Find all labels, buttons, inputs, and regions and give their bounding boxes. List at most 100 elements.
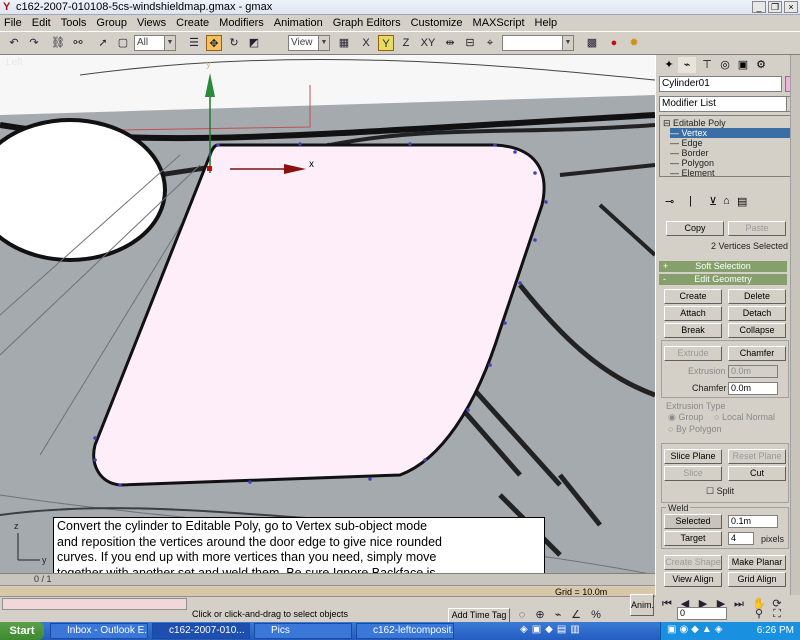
named-selection-dropdown[interactable]: ▼ xyxy=(502,35,574,51)
zoom-icon[interactable]: ⚲ xyxy=(751,606,767,622)
configure-sets-icon[interactable]: ▤ xyxy=(737,195,747,208)
snap-toggle-icon[interactable]: ⌁ xyxy=(550,607,566,623)
stack-vertex[interactable]: — Vertex xyxy=(670,128,794,138)
material-editor-icon[interactable]: ▩ xyxy=(584,35,600,51)
edit-geometry-rollout[interactable]: - Edit Geometry xyxy=(659,274,787,285)
slice-plane-button[interactable]: Slice Plane xyxy=(664,449,722,464)
display-tab-icon[interactable]: ▣ xyxy=(734,57,752,73)
viewport-canvas[interactable]: y x z y xyxy=(0,55,655,573)
stack-editable-poly[interactable]: ⊟ Editable Poly xyxy=(663,118,793,128)
axis-xy-button[interactable]: XY xyxy=(418,35,438,51)
extrude-button[interactable]: Extrude xyxy=(664,346,722,361)
menu-customize[interactable]: Customize xyxy=(411,17,463,29)
menu-edit[interactable]: Edit xyxy=(32,17,51,29)
menu-tools[interactable]: Tools xyxy=(61,17,87,29)
axis-x-button[interactable]: X xyxy=(358,35,374,51)
link-icon[interactable]: ⛓ xyxy=(50,35,66,51)
delete-button[interactable]: Delete xyxy=(728,289,786,304)
group-radio[interactable]: ◉ Group xyxy=(668,412,703,423)
weld-target-button[interactable]: Target xyxy=(664,531,722,546)
viewport-label[interactable]: Left xyxy=(6,57,23,68)
create-shape-button[interactable]: Create Shape xyxy=(664,555,722,570)
task-pics[interactable]: Pics xyxy=(254,623,352,639)
modifier-list-dropdown[interactable]: Modifier List▼ xyxy=(659,96,798,112)
split-checkbox[interactable]: ☐ Split xyxy=(706,486,734,497)
minimize-button[interactable]: _ xyxy=(752,1,766,13)
menu-modifiers[interactable]: Modifiers xyxy=(219,17,264,29)
render-icon[interactable]: ● xyxy=(606,35,622,51)
viewport-left[interactable]: y x z y Left xyxy=(0,55,655,573)
mirror-icon[interactable]: ⇹ xyxy=(442,35,458,51)
reference-coord-dropdown[interactable]: View ▼ xyxy=(288,35,330,51)
local-normal-radio[interactable]: ○ Local Normal xyxy=(714,412,775,422)
current-frame-field[interactable]: 0 xyxy=(677,607,727,620)
time-slider[interactable] xyxy=(0,574,655,586)
target-pixels-spinner[interactable]: 4 xyxy=(728,532,754,545)
create-tab-icon[interactable]: ✦ xyxy=(660,57,678,73)
animate-button[interactable]: Anim. xyxy=(630,594,654,616)
extrusion-spinner[interactable]: 0.0m xyxy=(728,365,778,378)
collapse-button[interactable]: Collapse xyxy=(728,323,786,338)
copy-button[interactable]: Copy xyxy=(666,221,724,236)
slice-button[interactable]: Slice xyxy=(664,466,722,481)
weld-selected-button[interactable]: Selected xyxy=(664,514,722,529)
make-planar-button[interactable]: Make Planar xyxy=(728,555,786,570)
maximize-viewport-icon[interactable]: ⛶ xyxy=(769,606,785,622)
select-by-name-icon[interactable]: ☰ xyxy=(186,35,202,51)
lock-icon[interactable]: ◌ xyxy=(514,607,530,623)
chamfer-spinner[interactable]: 0.0m xyxy=(728,382,778,395)
cut-button[interactable]: Cut xyxy=(728,466,786,481)
unlink-icon[interactable]: ⚯ xyxy=(70,35,86,51)
move-icon[interactable]: ✥ xyxy=(206,35,222,51)
gmax-app-icon[interactable]: Y xyxy=(3,2,14,13)
go-to-end-icon[interactable]: ⏭ xyxy=(731,596,747,612)
selection-filter-dropdown[interactable]: All ▼ xyxy=(134,35,176,51)
paste-button[interactable]: Paste xyxy=(728,221,786,236)
redo-icon[interactable]: ↷ xyxy=(26,35,42,51)
select-icon[interactable]: ➚ xyxy=(95,35,111,51)
snap-icon[interactable]: ⌖ xyxy=(482,35,498,51)
rotate-icon[interactable]: ↻ xyxy=(226,35,242,51)
menu-animation[interactable]: Animation xyxy=(274,17,323,29)
stack-polygon[interactable]: — Polygon xyxy=(670,158,800,168)
create-button[interactable]: Create xyxy=(664,289,722,304)
angle-snap-icon[interactable]: ∠ xyxy=(568,607,584,623)
utilities-tab-icon[interactable]: ⚙ xyxy=(752,57,770,73)
menu-file[interactable]: File xyxy=(4,17,22,29)
maxscript-listener[interactable] xyxy=(2,598,187,610)
menu-group[interactable]: Group xyxy=(96,17,127,29)
axis-z-button[interactable]: Z xyxy=(398,35,414,51)
align-icon[interactable]: ⊟ xyxy=(462,35,478,51)
hierarchy-tab-icon[interactable]: ⊤ xyxy=(698,57,716,73)
menu-help[interactable]: Help xyxy=(535,17,558,29)
stack-border[interactable]: — Border xyxy=(670,148,800,158)
pivot-icon[interactable]: ▦ xyxy=(336,35,352,51)
remove-modifier-icon[interactable]: ⌂ xyxy=(723,195,730,207)
close-button[interactable]: × xyxy=(784,1,798,13)
pin-stack-icon[interactable]: ⊸ xyxy=(665,195,674,208)
percent-snap-icon[interactable]: % xyxy=(588,607,604,623)
stack-edge[interactable]: — Edge xyxy=(670,138,800,148)
scale-icon[interactable]: ◩ xyxy=(246,35,262,51)
attach-button[interactable]: Attach xyxy=(664,306,722,321)
start-button[interactable]: Start xyxy=(0,622,44,640)
break-button[interactable]: Break xyxy=(664,323,722,338)
select-region-icon[interactable]: ▢ xyxy=(115,35,131,51)
task-composite[interactable]: c162-leftcomposit... xyxy=(356,623,454,639)
modifier-stack[interactable]: ⊟ Editable Poly — Vertex — Edge — Border… xyxy=(659,115,800,178)
detach-button[interactable]: Detach xyxy=(728,306,786,321)
motion-tab-icon[interactable]: ◎ xyxy=(716,57,734,73)
menu-create[interactable]: Create xyxy=(176,17,209,29)
menu-maxscript[interactable]: MAXScript xyxy=(473,17,525,29)
make-unique-icon[interactable]: ⊻ xyxy=(709,195,717,208)
show-end-result-icon[interactable]: | xyxy=(689,195,692,207)
tray-icons[interactable]: ▣◉◆▲◈ xyxy=(667,624,725,635)
command-panel-scrollbar[interactable] xyxy=(790,55,800,595)
object-name-field[interactable]: Cylinder01 xyxy=(659,76,782,92)
chamfer-button[interactable]: Chamfer xyxy=(728,346,786,361)
reset-plane-button[interactable]: Reset Plane xyxy=(728,449,786,464)
task-gmax[interactable]: c162-2007-010... xyxy=(152,623,250,639)
undo-icon[interactable]: ↶ xyxy=(6,35,22,51)
quick-launch-icons[interactable]: ◈▣◆▤▥ xyxy=(520,624,584,635)
view-align-button[interactable]: View Align xyxy=(664,572,722,587)
